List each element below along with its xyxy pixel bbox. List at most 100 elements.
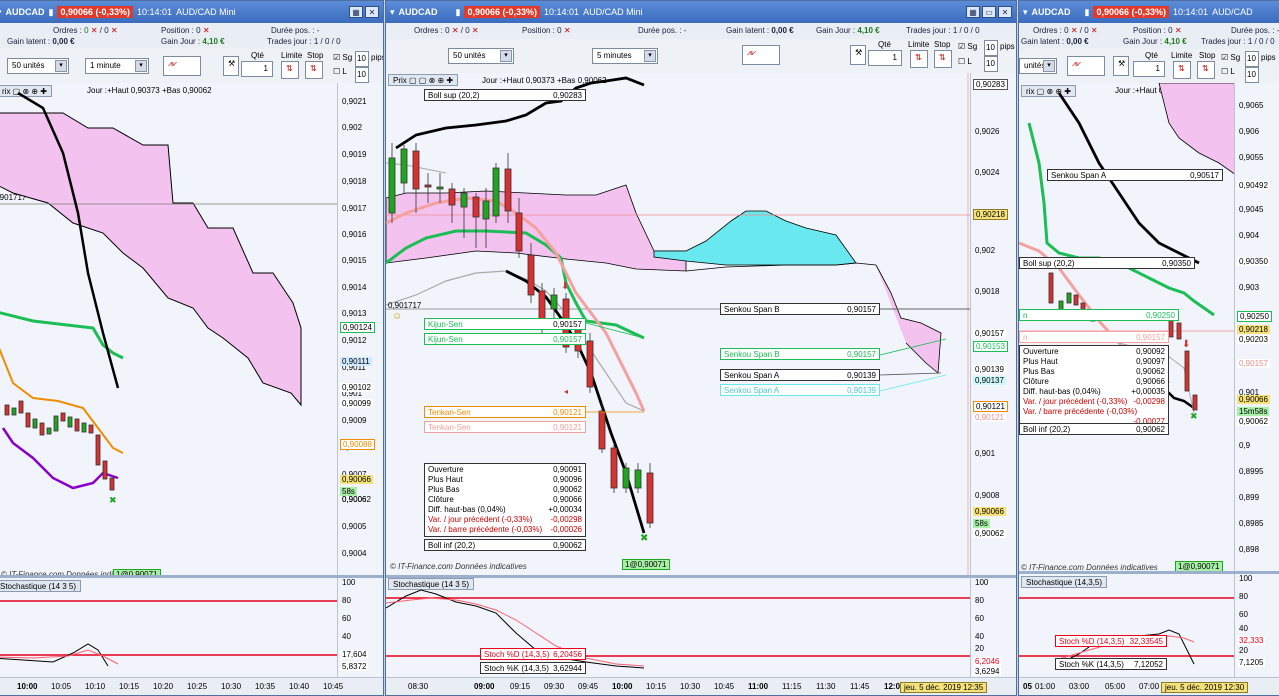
tenkan-label: n 0,90157 (1019, 331, 1169, 343)
alert-icon[interactable]: ▮ (49, 7, 54, 18)
alert-icon[interactable]: ▮ (1085, 7, 1090, 18)
order-toolbar: unités ▾ ⩘⩗ ⚒ Qté 1 Limite ⇅ Stop ⇅ ☑ Sg … (1019, 49, 1279, 83)
buy-limit-button[interactable]: ⇅ (281, 61, 299, 79)
price-chart[interactable]: rix ▢ ⊗ ⊕ ✚ Jour :+Haut 0,90373 +Bas 0,9… (1019, 83, 1240, 588)
chevron-down-icon[interactable]: ▾ (500, 50, 512, 62)
pips-input-1[interactable]: 10 (984, 40, 998, 56)
smiley-icon: ☺ (392, 311, 402, 322)
window-titlebar[interactable]: ▾ AUDCAD ▮ 0,90066 (-0,33%) 10:14:01 AUD… (1019, 1, 1279, 23)
price-axis[interactable]: 0,9021 0,902 0,9019 0,9018 0,9017 0,9016… (337, 83, 383, 588)
svg-text:✖: ✖ (109, 495, 117, 505)
clock-label: 10:14:01 (544, 7, 580, 17)
pips-input-2[interactable]: 10 (1245, 67, 1259, 83)
order-badge[interactable]: 1@0,90071 (622, 559, 670, 570)
clock-label: 10:14:01 (1173, 7, 1209, 17)
stop-button[interactable]: ⇅ (934, 50, 952, 68)
sg-checkbox[interactable]: ☑ Sg (958, 42, 977, 51)
chart-window-5min: ▾ AUDCAD ▮ 0,90066 (-0,33%) 10:14:01 AUD… (385, 0, 1017, 696)
stochastic-axis[interactable]: 100 80 60 40 17,604 5,8372 (337, 578, 383, 679)
pips-input-2[interactable]: 10 (355, 67, 369, 83)
watermark: © IT-Finance.com Données indicatives (390, 562, 527, 571)
limit-label: Limite (908, 40, 930, 49)
instrument-title: AUD/CAD (1212, 7, 1253, 17)
symbol-label: AUDCAD (1031, 7, 1071, 17)
indicators-button[interactable]: ⩘⩗ (742, 45, 780, 65)
stochastic-pane[interactable]: Stochastique (14 3 5) Stoch %D (14,3,5) 6… (386, 578, 972, 679)
close-icon[interactable]: ✕ (998, 6, 1012, 18)
pips-input-1[interactable]: 10 (355, 51, 369, 67)
wrench-icon[interactable]: ⚒ (850, 45, 866, 65)
order-toolbar: 50 unités ▾ 1 minute ▾ ⩘⩗ ⚒ Qté 1 Limite ⇅… (0, 49, 383, 83)
units-select[interactable]: 50 unités ▾ (448, 48, 514, 64)
buy-marker-icon: ✖ (1190, 411, 1198, 421)
units-select[interactable]: unités ▾ (1019, 58, 1057, 74)
sg-checkbox[interactable]: ☑ Sg (1221, 53, 1240, 62)
pips-input-1[interactable]: 10 (1245, 51, 1259, 67)
chevron-down-icon[interactable]: ▾ (135, 60, 147, 72)
price-chart[interactable]: Prix ▢ ▢ ⊗ ⊕ ✚ Jour :+Haut 0,90373 +Bas … (386, 73, 972, 575)
interval-select[interactable]: 1 minute ▾ (85, 58, 149, 74)
pips-input-2[interactable]: 10 (984, 56, 998, 72)
stochastic-axis[interactable]: 100 80 60 40 32,333 20 7,1205 (1234, 574, 1279, 679)
stop-label: Stop (934, 40, 951, 49)
l-checkbox[interactable]: ☐ L (333, 67, 347, 76)
boll-inf-label: Boll inf (20,2) 0,90062 (1019, 423, 1169, 435)
l-checkbox[interactable]: ☐ L (958, 57, 972, 66)
window-titlebar[interactable]: ▾ AUDCAD ▮ 0,90066 (-0,33%) 10:14:01 AUD… (0, 1, 383, 23)
buy-limit-button[interactable]: ⇅ (1173, 61, 1191, 79)
price-axis[interactable]: 0,90283 0,9026 0,9024 0,90218 0,902 0,90… (970, 73, 1016, 575)
chevron-down-icon[interactable]: ▾ (1043, 60, 1055, 72)
stoch-k-label: Stoch %K (14,3,5) 3,62944 (480, 662, 586, 674)
tenkan-label: Tenkan-Sen 0,90121 (424, 406, 586, 418)
ohlc-row: Var. / jour précédent (-0,33%) -0,00298 (1023, 397, 1165, 406)
date-box: jeu. 5 déc. 2019 12:30 (1161, 682, 1249, 693)
ohlc-row: Ouverture 0,90092 (1023, 347, 1165, 356)
sg-checkbox[interactable]: ☑ Sg (333, 53, 352, 62)
stop-button[interactable]: ⇅ (1197, 61, 1215, 79)
instrument-title: AUD/CAD Mini (176, 7, 236, 17)
ohlc-row: Plus Haut 0,90097 (1023, 357, 1165, 366)
ohlc-row: Diff. haut-bas (0,04%) +0,00035 (1023, 387, 1165, 396)
price-chart[interactable]: rix ▢ ⊗ ⊕ ✚ Jour :+Haut 0,90373 +Bas 0,9… (0, 83, 339, 588)
wrench-icon[interactable]: ⚒ (223, 56, 239, 76)
close-icon[interactable]: ✕ (365, 6, 379, 18)
symbol-label: AUDCAD (5, 7, 45, 17)
qty-input[interactable]: 1 (868, 50, 902, 66)
ohlc-row: Plus Haut 0,90096 (428, 475, 582, 484)
wrench-icon[interactable]: ⚒ (1113, 56, 1129, 76)
chevron-down-icon[interactable]: ▾ (644, 50, 656, 62)
chevron-down-icon[interactable]: ▾ (1023, 7, 1028, 18)
chart-window-1min: ▾ AUDCAD ▮ 0,90066 (-0,33%) 10:14:01 AUD… (0, 0, 384, 696)
minimize-icon[interactable]: ▭ (982, 6, 996, 18)
alert-icon[interactable]: ▮ (456, 7, 461, 18)
interval-select[interactable]: 5 minutes ▾ (592, 48, 658, 64)
indicators-button[interactable]: ⩘⩗ (1067, 56, 1105, 76)
chevron-down-icon[interactable]: ▾ (390, 7, 395, 18)
pips-label: pips (371, 53, 383, 62)
l-checkbox[interactable]: ☐ L (1221, 67, 1235, 76)
price-badge: 0,90066 (-0,33%) (1093, 6, 1170, 18)
keyboard-icon[interactable]: ▦ (966, 6, 980, 18)
units-select[interactable]: 50 unités ▾ (7, 58, 69, 74)
stoch-d-label: Stoch %D (14,3,5) 32,33545 (1055, 635, 1167, 647)
stochastic-pane[interactable]: Stochastique (14,3,5) Stoch %D (14,3,5) 3… (1019, 574, 1236, 679)
qty-label: Qté (251, 51, 264, 60)
indicators-button[interactable]: ⩘⩗ (163, 56, 201, 76)
time-axis[interactable]: 10:00 10:05 10:10 10:15 10:20 10:25 10:3… (0, 677, 383, 695)
stochastic-axis[interactable]: 100 80 60 40 20 6,2046 3,6294 (970, 578, 1016, 679)
stochastic-pane[interactable]: Stochastique (14 3 5) (0, 578, 339, 679)
senkou-b-label-shift: Senkou Span B 0,90157 (720, 348, 880, 360)
qty-input[interactable]: 1 (241, 61, 273, 77)
window-titlebar[interactable]: ▾ AUDCAD ▮ 0,90066 (-0,33%) 10:14:01 AUD… (386, 1, 1016, 23)
chevron-down-icon[interactable]: ▾ (55, 60, 67, 72)
chevron-down-icon[interactable]: ▾ (0, 7, 2, 18)
price-axis[interactable]: 0,9065 0,906 0,9055 0,90492 0,9045 0,904… (1234, 83, 1279, 588)
keyboard-icon[interactable]: ▦ (349, 6, 363, 18)
stop-button[interactable]: ⇅ (305, 61, 323, 79)
ohlc-row: Clôture 0,90066 (1023, 377, 1165, 386)
kijun-label: n 0,90250 (1019, 309, 1179, 321)
qty-input[interactable]: 1 (1133, 61, 1165, 77)
buy-limit-button[interactable]: ⇅ (910, 50, 928, 68)
ohlc-panel: Ouverture 0,90092 Plus Haut 0,90097 Plus B… (1019, 345, 1169, 429)
ohlc-panel: Ouverture 0,90091 Plus Haut 0,90096 Plus B… (424, 463, 586, 537)
